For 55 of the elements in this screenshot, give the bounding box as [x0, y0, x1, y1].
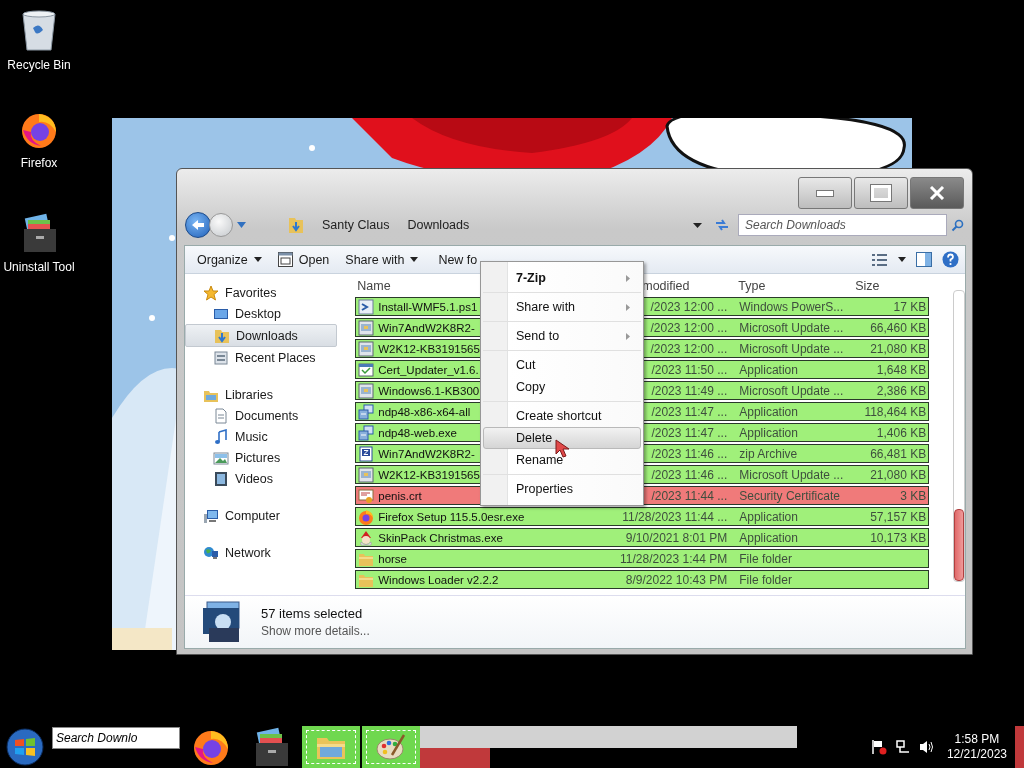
file-type: Microsoft Update ...	[739, 467, 844, 482]
file-size: 66,460 KB	[870, 320, 927, 335]
file-type: Microsoft Update ...	[739, 341, 844, 356]
file-size: 66,481 KB	[870, 446, 927, 461]
file-type: Application	[739, 509, 798, 524]
date-modified: /2023 11:50 ...	[651, 362, 728, 377]
date-modified: /2023 12:00 ...	[650, 341, 728, 356]
date-modified: /2023 11:49 ...	[651, 383, 728, 398]
date-modified: /2023 12:00 ...	[650, 299, 728, 314]
file-type: Application	[739, 404, 798, 419]
date-modified: /2023 11:44 ...	[651, 488, 728, 503]
file-size: 118,464 KB	[864, 404, 927, 419]
file-size: 3 KB	[900, 488, 927, 503]
file-name: Cert_Updater_v1.6.	[378, 363, 479, 376]
file-size: 21,080 KB	[870, 341, 927, 356]
file-size: 10,173 KB	[870, 530, 927, 545]
file-name: W2K12-KB3191565	[378, 468, 480, 481]
date-modified: /2023 11:47 ...	[651, 404, 728, 419]
file-size: 2,386 KB	[876, 383, 927, 398]
file-name: Windows6.1-KB300	[378, 384, 480, 397]
file-type: Application	[739, 425, 798, 440]
file-type: zip Archive	[739, 446, 798, 461]
file-size: 57,157 KB	[870, 509, 927, 524]
file-name: penis.crt	[378, 489, 422, 502]
file-name: horse	[378, 552, 407, 565]
date-modified: 11/28/2023 11:44 ...	[622, 509, 728, 524]
file-type: Microsoft Update ...	[739, 320, 844, 335]
file-type: Microsoft Update ...	[739, 383, 844, 398]
file-type: File folder	[739, 572, 792, 587]
file-name: Firefox Setup 115.5.0esr.exe	[378, 510, 525, 523]
selection-count: 57 items selected	[261, 606, 364, 621]
file-type: Application	[739, 530, 798, 545]
date-modified: 9/10/2021 8:01 PM	[625, 530, 728, 545]
date-modified: 11/28/2023 1:44 PM	[620, 551, 728, 566]
file-size: 17 KB	[893, 299, 927, 314]
file-name: SkinPack Christmas.exe	[378, 531, 503, 544]
file-type: Application	[739, 362, 798, 377]
file-type: Windows PowerS...	[739, 299, 844, 314]
date-modified: /2023 11:47 ...	[651, 425, 728, 440]
file-name: Win7AndW2K8R2-	[378, 321, 475, 334]
file-size: 1,406 KB	[876, 425, 927, 440]
date-modified: /2023 11:46 ...	[651, 467, 728, 482]
file-name: Windows Loader v2.2.2	[378, 573, 499, 586]
file-name: ndp48-x86-x64-all	[378, 405, 471, 418]
file-type: Security Certificate	[739, 488, 840, 503]
date-modified: 8/9/2022 10:43 PM	[625, 572, 728, 587]
file-size: 1,648 KB	[876, 362, 927, 377]
date-modified: /2023 12:00 ...	[650, 320, 728, 335]
file-name: ndp48-web.exe	[378, 426, 457, 439]
file-size: 21,080 KB	[870, 467, 927, 482]
file-name: Win7AndW2K8R2-	[378, 447, 475, 460]
date-modified: /2023 11:46 ...	[651, 446, 728, 461]
file-name: Install-WMF5.1.ps1	[378, 300, 478, 313]
file-type: File folder	[739, 551, 792, 566]
file-name: W2K12-KB3191565	[378, 342, 480, 355]
